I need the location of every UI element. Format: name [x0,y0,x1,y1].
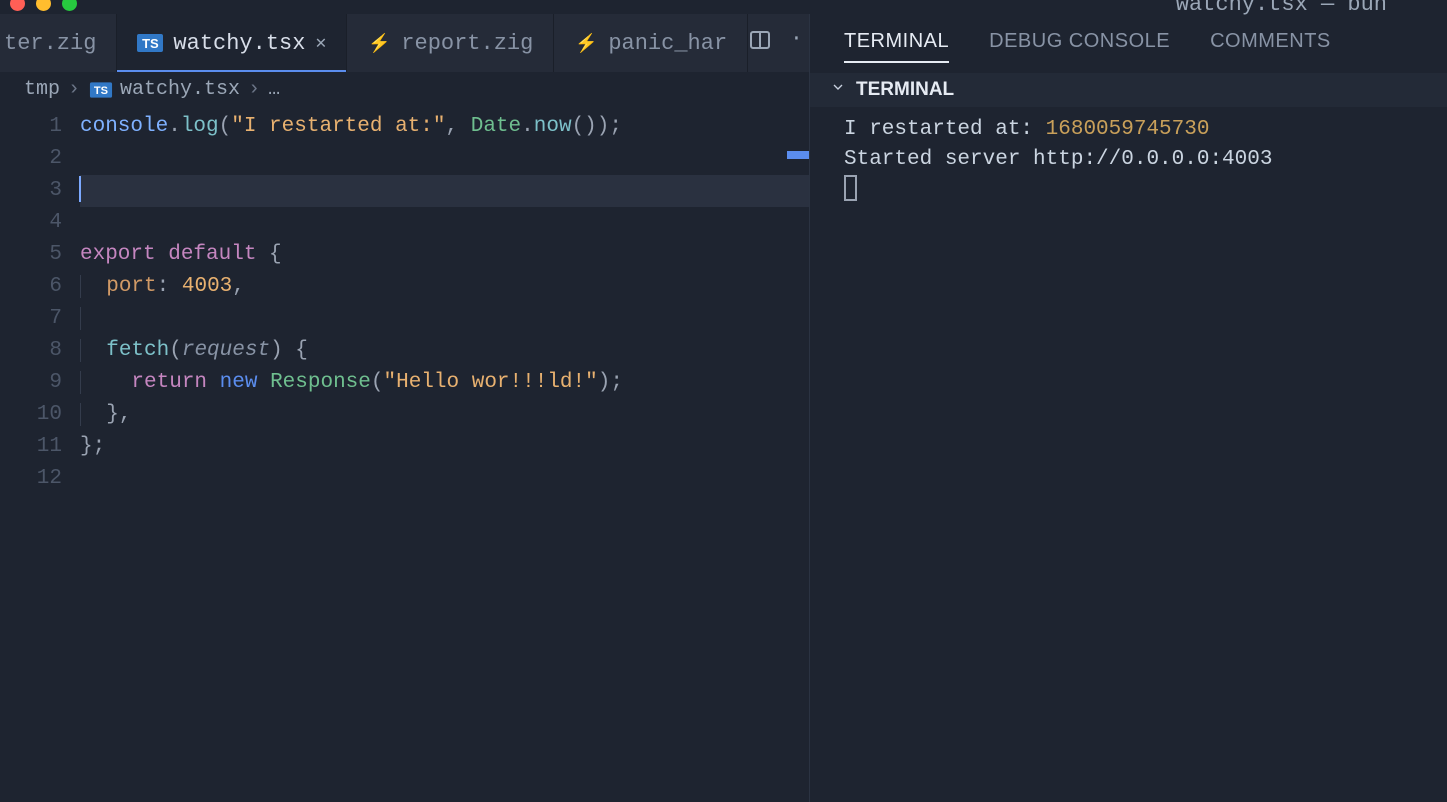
window-controls [10,0,77,11]
panel-tabs: TERMINAL DEBUG CONSOLE COMMENTS [810,14,1447,73]
tab-label: report.zig [401,31,533,56]
code-line: console.log("I restarted at:", Date.now(… [80,111,809,143]
terminal-line: Started server http://0.0.0.0:4003 [844,145,1413,175]
terminal-line: I restarted at: 1680059745730 [844,115,1413,145]
code-line: export default { [80,239,809,271]
breadcrumb-file[interactable]: TS watchy.tsx [88,78,240,101]
tab-ter-zig[interactable]: ter.zig [0,14,117,72]
breadcrumb-folder[interactable]: tmp [24,78,60,101]
tab-panic-har[interactable]: ⚡ panic_har [554,14,748,72]
code-line: port: 4003, [80,271,809,303]
text-cursor [79,176,81,202]
zig-icon: ⚡ [367,34,391,52]
typescript-icon: TS [137,34,163,52]
code-content[interactable]: console.log("I restarted at:", Date.now(… [80,107,809,802]
tab-label: ter.zig [4,31,96,56]
terminal-line [844,175,1413,205]
chevron-right-icon: › [248,78,260,101]
tab-watchy-tsx[interactable]: TS watchy.tsx ✕ [117,14,347,72]
tab-label: watchy.tsx [173,31,305,56]
code-line: }; [80,431,809,463]
typescript-icon: TS [90,82,112,97]
code-line: fetch(request) { [80,335,809,367]
line-gutter: 1 2 3 4 5 6 7 8 9 10 11 12 [0,107,80,802]
breadcrumb-symbol[interactable]: … [268,78,280,101]
minimize-window-button[interactable] [36,0,51,11]
chevron-right-icon: › [68,78,80,101]
panel-column: TERMINAL DEBUG CONSOLE COMMENTS TERMINAL… [810,14,1447,802]
tab-report-zig[interactable]: ⚡ report.zig [347,14,554,72]
chevron-down-icon [830,79,846,101]
close-window-button[interactable] [10,0,25,11]
code-editor[interactable]: 1 2 3 4 5 6 7 8 9 10 11 12 console.log("… [0,107,809,802]
panel-tab-debug-console[interactable]: DEBUG CONSOLE [989,30,1170,63]
code-line [80,463,809,495]
minimap-viewport[interactable] [787,151,809,159]
split-editor-icon[interactable] [748,28,772,59]
code-line [80,207,809,239]
zoom-window-button[interactable] [62,0,77,11]
code-line [80,175,809,207]
more-actions-icon[interactable]: ··· [790,28,809,59]
code-line [80,143,809,175]
terminal-section-label: TERMINAL [856,79,954,101]
window-title: watchy.tsx — bun [1176,0,1387,17]
breadcrumb: tmp › TS watchy.tsx › … [0,72,809,107]
terminal-cursor [844,175,857,201]
code-line [80,303,809,335]
zig-icon: ⚡ [574,34,598,52]
tab-label: panic_har [608,31,727,56]
close-icon[interactable]: ✕ [315,32,326,54]
main-split: ter.zig TS watchy.tsx ✕ ⚡ report.zig ⚡ p… [0,14,1447,802]
terminal-section-header[interactable]: TERMINAL [810,73,1447,107]
editor-column: ter.zig TS watchy.tsx ✕ ⚡ report.zig ⚡ p… [0,14,810,802]
code-line: }, [80,399,809,431]
editor-tab-actions: ··· [748,28,809,59]
panel-tab-comments[interactable]: COMMENTS [1210,30,1331,63]
terminal-output[interactable]: I restarted at: 1680059745730 Started se… [810,107,1447,213]
code-line: return new Response("Hello wor!!!ld!"); [80,367,809,399]
editor-tabs: ter.zig TS watchy.tsx ✕ ⚡ report.zig ⚡ p… [0,14,809,72]
title-bar: watchy.tsx — bun [0,0,1447,14]
panel-tab-terminal[interactable]: TERMINAL [844,30,949,63]
